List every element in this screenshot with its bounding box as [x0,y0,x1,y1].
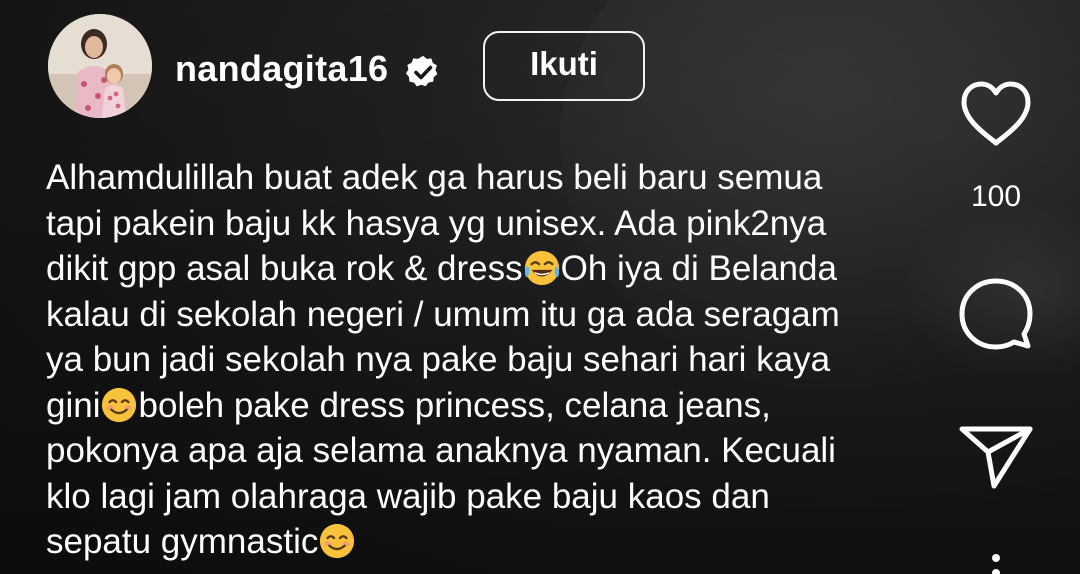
profile-avatar[interactable] [48,14,152,118]
caption-line: tapi pakein baju kk hasya yg unisex. Ada… [46,203,827,243]
reel-viewer: nandagita16 Ikuti Alhamdulillah buat ade… [0,0,1080,574]
caption-line: Alhamdulillah buat adek ga harus beli ba… [46,158,823,197]
caption-line: gini boleh pake dress princess, celana j… [46,385,771,425]
comment-icon[interactable] [958,276,1034,352]
caption-line: sepatu gymnastic [46,519,946,565]
avatar-photo [48,14,152,118]
send-icon[interactable] [958,424,1034,490]
caption-line: dikit gpp asal buka rok & dress Oh iya d… [46,249,837,288]
heart-icon[interactable] [958,80,1034,148]
caption-line: kalau di sekolah negeri / umum itu ga ad… [46,294,840,334]
caption-line: klo lagi jam olahraga wajib pake baju ka… [46,476,770,516]
smiling-face-emoji-icon [320,523,355,559]
like-count[interactable]: 100 [960,180,1032,214]
verified-badge-icon [405,55,438,87]
tears-of-joy-emoji-icon [524,250,559,286]
caption-line: ya bun jadi sekolah nya pake baju sehari… [46,340,831,379]
more-dots-icon[interactable] [988,552,1004,574]
smiling-face-emoji-icon [102,387,137,422]
follow-button[interactable]: Ikuti [483,31,645,101]
caption-line: pokonya apa aja selama anaknya nyaman. K… [46,431,836,470]
post-caption[interactable]: Alhamdulillah buat adek ga harus beli ba… [46,155,946,565]
username[interactable]: nandagita16 [175,49,388,89]
